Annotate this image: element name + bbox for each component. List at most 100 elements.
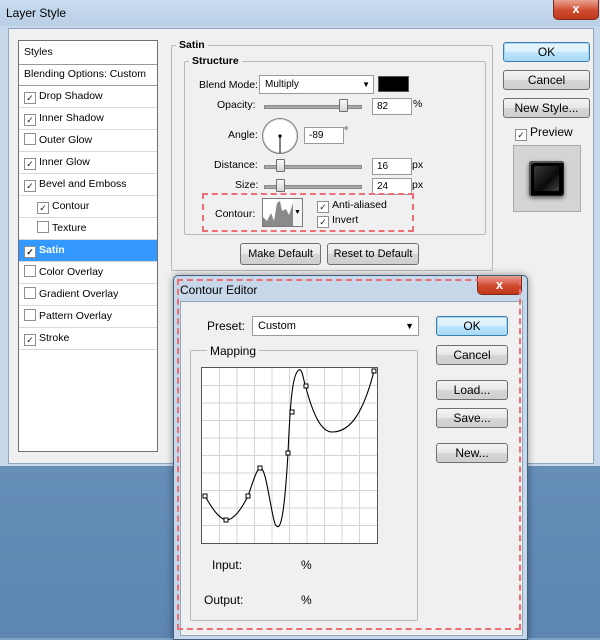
style-item-contour[interactable]: ✓ Contour — [19, 196, 157, 218]
preset-select[interactable]: Custom ▼ — [252, 316, 419, 336]
style-item-stroke[interactable]: ✓ Stroke — [19, 328, 157, 350]
unchecked-checkbox-icon[interactable] — [24, 265, 36, 277]
opacity-label: Opacity: — [217, 99, 256, 111]
styles-list: Styles Blending Options: Custom ✓ Drop Sha… — [18, 40, 158, 452]
contour-thumbnail[interactable] — [262, 198, 294, 227]
style-item-label: Satin — [39, 244, 65, 256]
style-item-label: Texture — [52, 222, 87, 234]
preset-value: Custom — [258, 320, 296, 332]
distance-label: Distance: — [214, 159, 258, 171]
ok-button[interactable]: OK — [503, 42, 590, 62]
output-unit: % — [301, 593, 312, 607]
structure-group-title: Structure — [189, 55, 242, 67]
angle-label: Angle: — [228, 129, 258, 141]
style-item-inner-glow[interactable]: ✓ Inner Glow — [19, 152, 157, 174]
contour-load-button[interactable]: Load... — [436, 380, 508, 400]
style-item-texture[interactable]: Texture — [19, 218, 157, 240]
preview-label: Preview — [530, 125, 573, 139]
style-item-color-overlay[interactable]: Color Overlay — [19, 262, 157, 284]
contour-label: Contour: — [215, 208, 256, 220]
angle-field[interactable]: -89 — [304, 127, 344, 144]
anti-aliased-checkbox[interactable]: ✓ Anti-aliased — [317, 199, 387, 213]
checked-checkbox-icon[interactable]: ✓ — [24, 114, 36, 126]
style-item-label: Pattern Overlay — [39, 310, 112, 322]
anti-aliased-check-icon: ✓ — [317, 201, 329, 213]
style-item-blending-options-custom[interactable]: Blending Options: Custom — [19, 64, 157, 86]
angle-dial-needle — [278, 134, 282, 153]
unchecked-checkbox-icon[interactable] — [24, 309, 36, 321]
style-item-label: Inner Shadow — [39, 112, 104, 124]
checked-checkbox-icon[interactable]: ✓ — [37, 202, 49, 214]
chevron-down-icon: ▼ — [362, 80, 370, 89]
style-item-label: Gradient Overlay — [39, 288, 119, 300]
blend-mode-select[interactable]: Multiply ▼ — [259, 75, 374, 94]
satin-group-title: Satin — [176, 39, 208, 51]
size-slider-thumb[interactable] — [276, 179, 285, 192]
style-preview-thumbnail — [513, 145, 581, 212]
unchecked-checkbox-icon[interactable] — [24, 133, 36, 145]
distance-unit: px — [412, 159, 424, 171]
style-item-gradient-overlay[interactable]: Gradient Overlay — [19, 284, 157, 306]
chevron-down-icon: ▼ — [405, 321, 414, 331]
contour-new-button[interactable]: New... — [436, 443, 508, 463]
checked-checkbox-icon[interactable]: ✓ — [24, 246, 36, 258]
style-item-label: Outer Glow — [39, 134, 93, 146]
opacity-field[interactable]: 82 — [372, 98, 412, 115]
style-item-label: Contour — [52, 200, 90, 212]
contour-cancel-button[interactable]: Cancel — [436, 345, 508, 365]
anti-aliased-label: Anti-aliased — [332, 199, 387, 211]
style-item-drop-shadow[interactable]: ✓ Drop Shadow — [19, 86, 157, 108]
styles-header[interactable]: Styles — [19, 41, 157, 65]
contour-curve-plot — [202, 368, 377, 543]
blend-mode-value: Multiply — [265, 79, 299, 90]
style-item-label: Inner Glow — [39, 156, 90, 168]
input-unit: % — [301, 558, 312, 572]
style-item-pattern-overlay[interactable]: Pattern Overlay — [19, 306, 157, 328]
distance-field[interactable]: 16 — [372, 158, 412, 175]
opacity-slider-thumb[interactable] — [338, 99, 348, 112]
style-item-label: Drop Shadow — [39, 90, 103, 102]
invert-checkbox[interactable]: ✓ Invert — [317, 214, 358, 228]
distance-slider-thumb[interactable] — [276, 159, 285, 172]
style-item-label: Stroke — [39, 332, 70, 344]
unchecked-checkbox-icon[interactable] — [37, 221, 49, 233]
window-title: Layer Style — [6, 6, 67, 20]
checked-checkbox-icon[interactable]: ✓ — [24, 180, 36, 192]
style-item-label: Color Overlay — [39, 266, 104, 278]
invert-check-icon: ✓ — [317, 216, 329, 228]
style-item-outer-glow[interactable]: Outer Glow — [19, 130, 157, 152]
angle-dial[interactable] — [262, 118, 298, 154]
preset-label: Preset: — [207, 319, 246, 333]
size-unit: px — [412, 179, 424, 191]
contour-thumbnail-shape — [263, 201, 293, 226]
preview-checkbox[interactable]: ✓ Preview — [515, 125, 573, 141]
style-item-satin[interactable]: ✓ Satin — [19, 240, 157, 262]
style-item-label: Blending Options: Custom — [24, 68, 146, 80]
checked-checkbox-icon[interactable]: ✓ — [24, 158, 36, 170]
cancel-button[interactable]: Cancel — [503, 70, 590, 90]
layer-style-titlebar[interactable] — [0, 0, 600, 26]
style-item-bevel-and-emboss[interactable]: ✓ Bevel and Emboss — [19, 174, 157, 196]
preview-check-icon: ✓ — [515, 129, 527, 141]
size-label: Size: — [235, 179, 259, 191]
mapping-group-title: Mapping — [207, 344, 260, 358]
make-default-button[interactable]: Make Default — [240, 243, 321, 265]
reset-to-default-button[interactable]: Reset to Default — [327, 243, 419, 265]
new-style-button[interactable]: New Style... — [503, 98, 590, 118]
contour-graph[interactable] — [201, 367, 378, 544]
contour-save-button[interactable]: Save... — [436, 408, 508, 428]
angle-unit: ° — [344, 125, 349, 137]
invert-label: Invert — [332, 214, 359, 226]
contour-dropdown-icon[interactable]: ▼ — [293, 198, 303, 227]
blend-color-swatch[interactable] — [378, 76, 409, 92]
unchecked-checkbox-icon[interactable] — [24, 287, 36, 299]
preview-swatch — [529, 161, 564, 196]
output-label: Output: — [204, 593, 244, 607]
style-item-inner-shadow[interactable]: ✓ Inner Shadow — [19, 108, 157, 130]
opacity-unit: % — [413, 98, 423, 110]
close-window-button[interactable]: x — [553, 0, 599, 20]
contour-ok-button[interactable]: OK — [436, 316, 508, 336]
style-item-label: Bevel and Emboss — [39, 178, 127, 190]
checked-checkbox-icon[interactable]: ✓ — [24, 92, 36, 104]
checked-checkbox-icon[interactable]: ✓ — [24, 334, 36, 346]
